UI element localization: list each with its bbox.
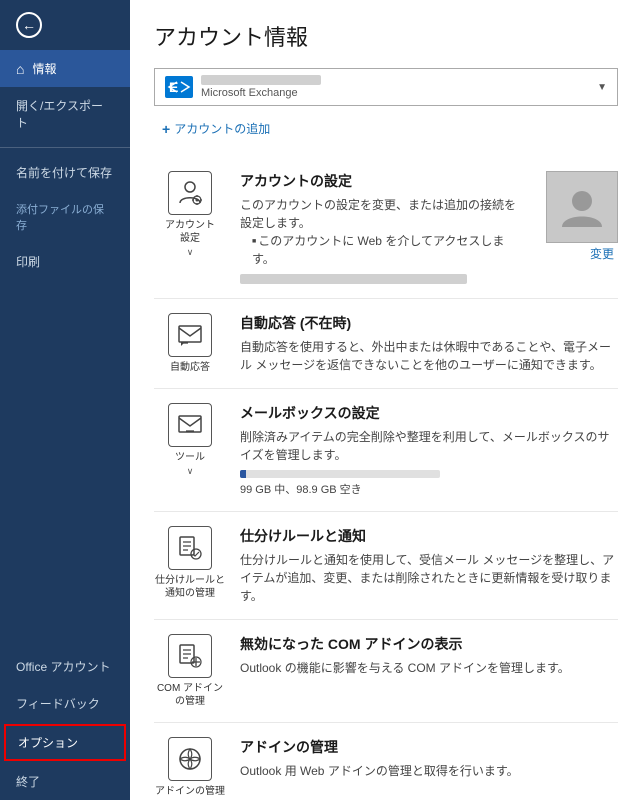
account-settings-desc: このアカウントの設定を変更、または追加の接続を設定します。 このアカウントに W… <box>240 196 524 284</box>
com-addins-icon <box>168 634 212 678</box>
account-type-label: Microsoft Exchange <box>201 87 597 99</box>
auto-reply-icon-box[interactable]: 自動応答 <box>154 313 226 374</box>
account-settings-label: アカウント設定 <box>165 219 215 245</box>
com-addins-desc: Outlook の機能に影響を与える COM アドインを管理します。 <box>240 659 618 677</box>
sidebar: ← ⌂ 情報 開く/エクスポート 名前を付けて保存 添付ファイルの保存 印刷 O… <box>0 0 130 800</box>
auto-reply-title: 自動応答 (不在時) <box>240 313 618 333</box>
account-settings-list-item-1: このアカウントに Web を介してアクセスします。 <box>252 232 524 268</box>
back-circle-icon: ← <box>16 12 42 38</box>
section-account-settings: アカウント設定 ∨ アカウントの設定 このアカウントの設定を変更、または追加の接… <box>154 157 618 299</box>
sidebar-item-info-label: 情報 <box>32 60 56 77</box>
sidebar-item-office-account[interactable]: Office アカウント <box>0 648 130 685</box>
home-icon: ⌂ <box>16 61 24 77</box>
sidebar-item-exit[interactable]: 終了 <box>0 763 130 800</box>
rules-notifications-icon-box[interactable]: 仕分けルールと通知の管理 <box>154 526 226 600</box>
account-settings-list: このアカウントに Web を介してアクセスします。 <box>240 232 524 268</box>
account-settings-title: アカウントの設定 <box>240 171 524 191</box>
account-settings-icon <box>168 171 212 215</box>
storage-bar-container: 99 GB 中、98.9 GB 空き <box>240 470 618 497</box>
account-dropdown-arrow: ▼ <box>597 82 607 93</box>
com-addins-svg <box>176 642 204 670</box>
account-settings-caret: ∨ <box>187 247 194 258</box>
sidebar-item-open-export-label: 開く/エクスポート <box>16 97 114 131</box>
add-account-label: アカウントの追加 <box>174 120 270 137</box>
sidebar-item-options[interactable]: オプション <box>4 724 126 761</box>
add-icon: + <box>162 121 170 137</box>
com-addins-content: 無効になった COM アドインの表示 Outlook の機能に影響を与える CO… <box>240 634 618 677</box>
mailbox-settings-icon-box[interactable]: ツール ∨ <box>154 403 226 477</box>
storage-bar <box>240 470 440 478</box>
sidebar-item-feedback-label: フィードバック <box>16 697 100 711</box>
add-account-button[interactable]: + アカウントの追加 <box>154 116 278 141</box>
back-arrow-icon: ← <box>22 17 36 33</box>
account-settings-label-container: アカウント設定 ∨ <box>165 219 215 258</box>
auto-reply-content: 自動応答 (不在時) 自動応答を使用すると、外出中または休暇中であることや、電子… <box>240 313 618 374</box>
mailbox-settings-desc: 削除済みアイテムの完全削除や整理を利用して、メールボックスのサイズを管理します。 <box>240 428 618 464</box>
section-addins-management: アドインの管理 アドインの管理 Outlook 用 Web アドインの管理と取得… <box>154 723 618 800</box>
mailbox-settings-svg <box>176 411 204 439</box>
addins-management-svg <box>176 745 204 773</box>
sidebar-item-feedback[interactable]: フィードバック <box>0 685 130 722</box>
sidebar-item-open-export[interactable]: 開く/エクスポート <box>0 87 130 141</box>
sidebar-item-save-as-label: 名前を付けて保存 <box>16 164 112 181</box>
addins-management-icon-box[interactable]: アドインの管理 <box>154 737 226 798</box>
account-settings-svg <box>175 178 205 208</box>
section-auto-reply: 自動応答 自動応答 (不在時) 自動応答を使用すると、外出中または休暇中であるこ… <box>154 299 618 389</box>
rules-notifications-icon <box>168 526 212 570</box>
rules-notifications-desc: 仕分けルールと通知を使用して、受信メール メッセージを整理し、アイテムが追加、変… <box>240 551 618 605</box>
rules-notifications-label: 仕分けルールと通知の管理 <box>155 574 225 600</box>
account-settings-right: 変更 <box>538 171 618 262</box>
sidebar-item-options-label: オプション <box>18 736 78 750</box>
com-addins-icon-box[interactable]: COM アドインの管理 <box>154 634 226 708</box>
addins-management-label: アドインの管理 <box>155 785 225 798</box>
rules-notifications-svg <box>176 534 204 562</box>
sidebar-divider-1 <box>0 147 130 148</box>
mailbox-settings-label: ツール <box>175 451 205 464</box>
storage-text: 99 GB 中、98.9 GB 空き <box>240 481 618 497</box>
auto-reply-label: 自動応答 <box>170 361 210 374</box>
rules-notifications-content: 仕分けルールと通知 仕分けルールと通知を使用して、受信メール メッセージを整理し… <box>240 526 618 605</box>
change-photo-link[interactable]: 変更 <box>590 245 618 262</box>
mailbox-settings-title: メールボックスの設定 <box>240 403 618 423</box>
account-settings-icon-box[interactable]: アカウント設定 ∨ <box>154 171 226 258</box>
account-settings-blurred-line <box>240 274 467 284</box>
account-settings-main: アカウントの設定 このアカウントの設定を変更、または追加の接続を設定します。 こ… <box>240 171 524 284</box>
profile-photo-svg <box>558 183 606 231</box>
com-addins-title: 無効になった COM アドインの表示 <box>240 634 618 654</box>
sidebar-item-save-as[interactable]: 名前を付けて保存 <box>0 154 130 191</box>
section-com-addins: COM アドインの管理 無効になった COM アドインの表示 Outlook の… <box>154 620 618 723</box>
auto-reply-svg <box>176 321 204 349</box>
account-selector[interactable]: E Microsoft Exchange ▼ <box>154 68 618 106</box>
auto-reply-desc: 自動応答を使用すると、外出中または休暇中であることや、電子メール メッセージを返… <box>240 338 618 374</box>
section-rules-notifications: 仕分けルールと通知の管理 仕分けルールと通知 仕分けルールと通知を使用して、受信… <box>154 512 618 620</box>
mailbox-settings-content: メールボックスの設定 削除済みアイテムの完全削除や整理を利用して、メールボックス… <box>240 403 618 497</box>
storage-bar-fill <box>240 470 246 478</box>
page-title: アカウント情報 <box>154 20 618 52</box>
sidebar-item-print[interactable]: 印刷 <box>0 243 130 280</box>
sidebar-item-print-label: 印刷 <box>16 253 40 270</box>
exchange-icon: E <box>165 76 193 98</box>
com-addins-label: COM アドインの管理 <box>157 682 223 708</box>
mailbox-settings-icon <box>168 403 212 447</box>
addins-management-icon <box>168 737 212 781</box>
main-content: アカウント情報 E Microsoft Exchange ▼ + アカウントの追… <box>130 0 642 800</box>
section-mailbox-settings: ツール ∨ メールボックスの設定 削除済みアイテムの完全削除や整理を利用して、メ… <box>154 389 618 512</box>
addins-management-title: アドインの管理 <box>240 737 618 757</box>
mailbox-settings-label-container: ツール ∨ <box>175 451 205 477</box>
sidebar-item-info[interactable]: ⌂ 情報 <box>0 50 130 87</box>
sidebar-item-exit-label: 終了 <box>16 775 40 789</box>
back-button[interactable]: ← <box>0 0 130 50</box>
addins-management-desc: Outlook 用 Web アドインの管理と取得を行います。 <box>240 762 618 780</box>
sidebar-spacer <box>0 280 130 648</box>
auto-reply-icon <box>168 313 212 357</box>
profile-photo <box>546 171 618 243</box>
mailbox-settings-caret: ∨ <box>187 466 194 477</box>
addins-management-content: アドインの管理 Outlook 用 Web アドインの管理と取得を行います。 <box>240 737 618 780</box>
account-email-blurred <box>201 75 321 85</box>
sidebar-item-save-attach[interactable]: 添付ファイルの保存 <box>0 191 130 243</box>
sidebar-item-office-account-label: Office アカウント <box>16 660 110 674</box>
sidebar-item-save-attach-label: 添付ファイルの保存 <box>16 201 114 233</box>
rules-notifications-title: 仕分けルールと通知 <box>240 526 618 546</box>
account-settings-desc-text: このアカウントの設定を変更、または追加の接続を設定します。 <box>240 198 516 230</box>
